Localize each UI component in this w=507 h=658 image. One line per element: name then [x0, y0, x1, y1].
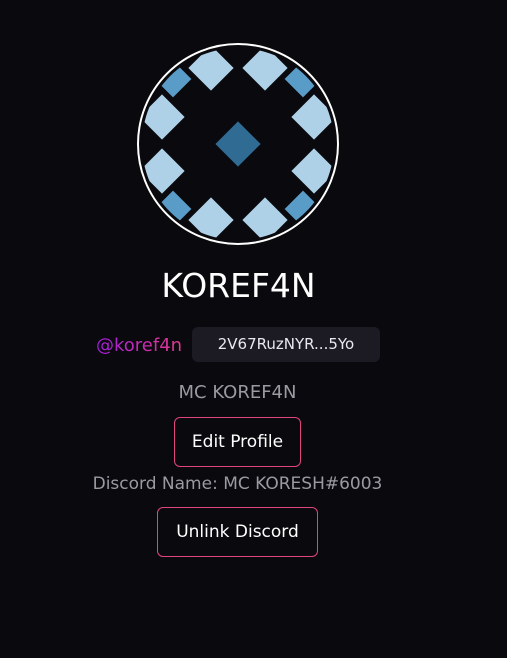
- discord-name-label: Discord Name: MC KORESH#6003: [92, 474, 383, 494]
- profile-page: KOREF4N @koref4n 2V67RuzNYR...5Yo MC KOR…: [0, 0, 507, 658]
- display-name: KOREF4N: [161, 266, 316, 305]
- wallet-address-chip[interactable]: 2V67RuzNYR...5Yo: [192, 327, 380, 362]
- edit-profile-button[interactable]: Edit Profile: [174, 417, 301, 467]
- profile-subname: MC KOREF4N: [178, 382, 297, 403]
- avatar[interactable]: [137, 43, 339, 245]
- unlink-discord-button[interactable]: Unlink Discord: [157, 507, 318, 557]
- username-handle[interactable]: @koref4n: [96, 334, 182, 358]
